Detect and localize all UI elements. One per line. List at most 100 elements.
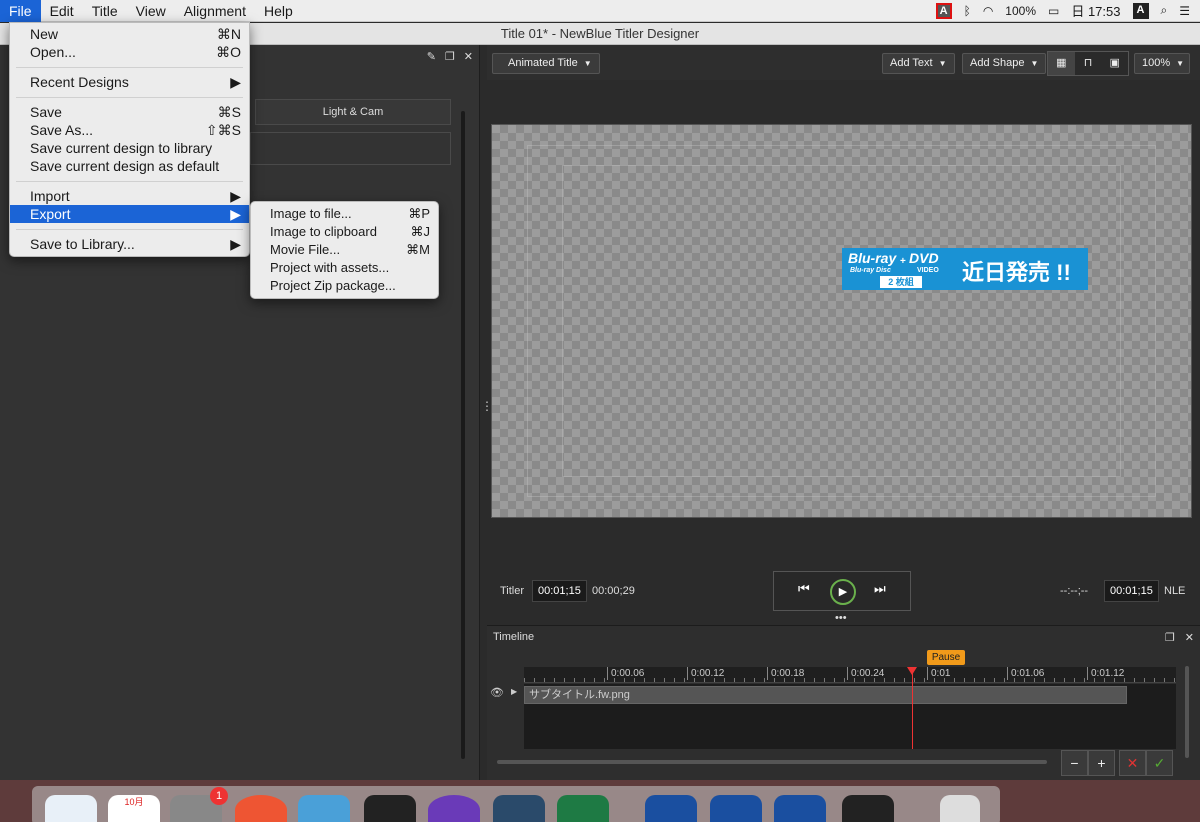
menu-item-movie-file[interactable]: Movie File... ⌘M <box>251 241 438 259</box>
pin-icon[interactable]: ✎ <box>427 50 436 63</box>
menu-file[interactable]: File <box>0 0 41 22</box>
property-field[interactable] <box>250 132 451 165</box>
zoom-dropdown[interactable]: 100% ▼ <box>1134 53 1190 74</box>
title-type-dropdown[interactable]: Animated Title ▼ <box>492 53 600 74</box>
action-safe-guide <box>562 165 1121 477</box>
shortcut-label: ⌘P <box>408 206 430 221</box>
chrome-icon[interactable] <box>235 795 287 822</box>
menu-item-image-to-clipboard[interactable]: Image to clipboard ⌘J <box>251 223 438 241</box>
menu-item-image-to-file[interactable]: Image to file... ⌘P <box>251 205 438 223</box>
float-icon[interactable]: ❐ <box>445 50 455 63</box>
menu-item-label: Save current design to library <box>30 140 213 156</box>
ruler-icon[interactable]: ⊓ <box>1075 52 1102 75</box>
media-app-icon[interactable] <box>645 795 697 822</box>
menu-alignment[interactable]: Alignment <box>175 0 255 22</box>
migration-icon[interactable] <box>298 795 350 822</box>
excel-icon[interactable] <box>557 795 609 822</box>
titler-app-icon[interactable] <box>364 795 416 822</box>
timeline-splitter-handle[interactable]: ••• <box>835 612 847 624</box>
menu-item-save-as-default[interactable]: Save current design as default <box>10 157 249 175</box>
maps-icon[interactable] <box>493 795 545 822</box>
wifi-icon[interactable]: ◠ <box>983 4 993 18</box>
menu-item-save[interactable]: Save ⌘S <box>10 103 249 121</box>
chevron-down-icon: ▼ <box>1030 59 1039 68</box>
add-text-dropdown[interactable]: Add Text ▼ <box>882 53 955 74</box>
pause-marker[interactable]: Pause <box>927 650 965 665</box>
bluetooth-icon[interactable]: ᛒ <box>964 4 971 18</box>
timeline-vscrollbar[interactable] <box>1185 666 1189 758</box>
spotlight-icon[interactable]: ⌕ <box>1161 3 1168 18</box>
ruler-tick: 0:00.24 <box>847 667 884 680</box>
menu-item-label: Save to Library... <box>30 236 135 252</box>
ruler-tick: 0:00.06 <box>607 667 644 680</box>
tab-light-cam[interactable]: Light & Cam <box>255 99 451 125</box>
trash-icon[interactable] <box>940 795 980 822</box>
design-canvas[interactable]: Blu-ray Blu-ray Disc + DVD VIDEO 2 枚組 近日… <box>491 124 1192 518</box>
media-app-icon[interactable] <box>774 795 826 822</box>
menu-item-label: Movie File... <box>270 242 341 257</box>
panel-controls: ✎ ❐ ✕ <box>427 50 473 63</box>
bluray-logo: Blu-ray <box>848 250 897 266</box>
play-button[interactable]: ▶ <box>830 579 856 605</box>
zoom-out-button[interactable]: − <box>1061 750 1088 776</box>
media-app-icon[interactable] <box>710 795 762 822</box>
menu-help[interactable]: Help <box>255 0 302 22</box>
system-preferences-icon[interactable]: 1 <box>170 787 228 822</box>
float-icon[interactable]: ❐ <box>1165 631 1175 644</box>
menu-item-project-zip[interactable]: Project Zip package... <box>251 277 438 295</box>
input-method-icon[interactable]: A <box>1132 2 1149 19</box>
skip-back-icon[interactable]: ⏮ <box>798 581 810 597</box>
timeline-ruler[interactable]: 0:00.06 0:00.12 0:00.18 0:00.24 0:01 0:0… <box>524 667 1176 683</box>
track-area[interactable]: サブタイトル.fw.png <box>524 684 1176 749</box>
menu-item-export[interactable]: Export ▶ <box>10 205 249 223</box>
cancel-button[interactable]: ✕ <box>1119 750 1146 776</box>
chevron-down-icon: ▼ <box>1176 59 1185 68</box>
ruler-tick: 0:01 <box>927 667 950 680</box>
titler-timecode[interactable]: 00:01;15 <box>532 580 587 602</box>
menu-edit[interactable]: Edit <box>41 0 83 22</box>
add-shape-dropdown[interactable]: Add Shape ▼ <box>962 53 1047 74</box>
close-icon[interactable]: ✕ <box>464 50 473 63</box>
menu-separator <box>16 97 243 98</box>
add-text-label: Add Text <box>890 57 933 69</box>
control-center-icon[interactable]: ☰ <box>1179 4 1190 18</box>
menu-item-recent-designs[interactable]: Recent Designs ▶ <box>10 73 249 91</box>
menu-view[interactable]: View <box>127 0 175 22</box>
clock[interactable]: 日 17:53 <box>1071 1 1120 20</box>
zoom-in-button[interactable]: + <box>1088 750 1115 776</box>
zoom-label: 100% <box>1142 57 1171 69</box>
adobe-icon[interactable]: A <box>935 2 952 19</box>
titler-app-icon[interactable] <box>842 795 894 822</box>
finder-icon[interactable] <box>45 795 97 822</box>
panel-splitter-handle[interactable]: ⋮ <box>481 400 493 412</box>
close-icon[interactable]: ✕ <box>1185 631 1194 644</box>
menu-item-project-with-assets[interactable]: Project with assets... <box>251 259 438 277</box>
menu-item-save-to-library-sub[interactable]: Save to Library... ▶ <box>10 235 249 253</box>
banner-graphic[interactable]: Blu-ray Blu-ray Disc + DVD VIDEO 2 枚組 近日… <box>842 248 1088 290</box>
purple-app-icon[interactable] <box>428 795 480 822</box>
menu-item-open[interactable]: Open... ⌘O <box>10 43 249 61</box>
timeline-clip[interactable]: サブタイトル.fw.png <box>524 686 1127 704</box>
expand-triangle-icon[interactable]: ▶ <box>511 687 517 696</box>
menu-item-save-to-library[interactable]: Save current design to library <box>10 139 249 157</box>
menu-title[interactable]: Title <box>83 0 127 22</box>
calendar-icon[interactable]: 10月 <box>108 795 160 822</box>
view-toggle-group: ▦ ⊓ ▣ <box>1047 51 1129 76</box>
timeline-panel: Timeline ❐ ✕ Pause 0:00.06 0:00.12 0:00.… <box>487 625 1200 780</box>
menu-item-import[interactable]: Import ▶ <box>10 187 249 205</box>
left-scrollbar[interactable] <box>461 111 465 759</box>
frame-icon[interactable]: ▣ <box>1101 52 1128 75</box>
visibility-eye-icon[interactable]: 👁 <box>490 686 504 699</box>
skip-forward-icon[interactable]: ⏭ <box>874 581 886 597</box>
menu-item-label: Save <box>30 104 62 120</box>
menu-item-label: Recent Designs <box>30 74 129 90</box>
ok-button[interactable]: ✓ <box>1146 750 1173 776</box>
grid-icon[interactable]: ▦ <box>1048 52 1075 75</box>
battery-icon[interactable]: ▭ <box>1048 4 1059 18</box>
nle-timecode[interactable]: 00:01;15 <box>1104 580 1159 602</box>
shortcut-label: ⇧⌘S <box>205 122 241 138</box>
menu-item-save-as[interactable]: Save As... ⇧⌘S <box>10 121 249 139</box>
menu-item-new[interactable]: New ⌘N <box>10 25 249 43</box>
timeline-hscrollbar[interactable] <box>497 760 1047 764</box>
shortcut-label: ⌘N <box>216 26 241 42</box>
